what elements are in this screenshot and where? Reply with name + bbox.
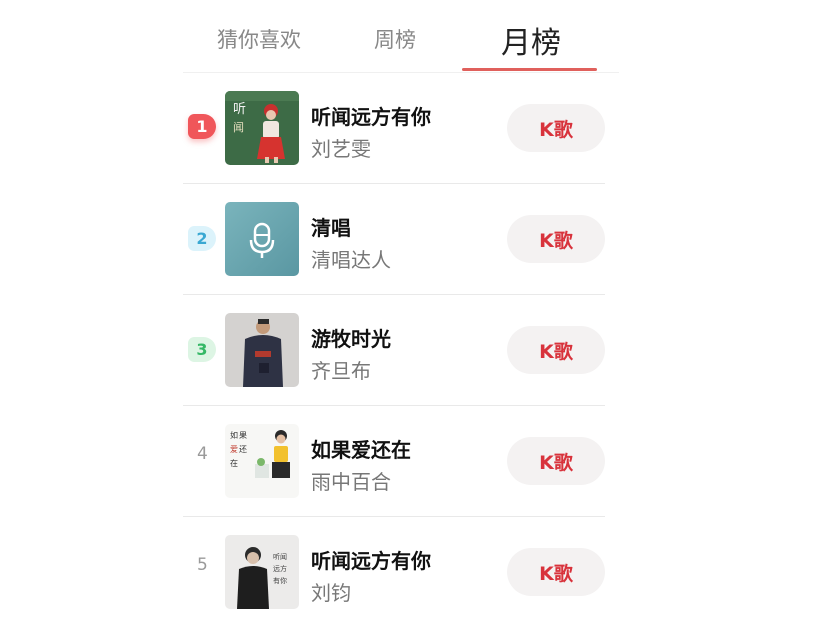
song-list: 1 听 闻 听闻远方有你 刘艺雯 K歌 2 清唱 清唱达人 K歌 3 游牧时光 …	[183, 73, 605, 627]
rank-number: 3	[196, 340, 208, 359]
album-cover-art	[225, 313, 299, 387]
svg-text:听: 听	[233, 102, 246, 117]
karaoke-button[interactable]: K歌	[507, 548, 605, 596]
svg-text:在: 在	[230, 458, 238, 468]
svg-text:还: 还	[239, 444, 247, 454]
list-item[interactable]: 4 如 果 爱 还 在 如果爱还在 雨中百合 K歌	[183, 406, 605, 517]
svg-text:远方: 远方	[273, 564, 287, 573]
list-item[interactable]: 5 听闻 远方 有你 听闻远方有你 刘钧 K歌	[183, 517, 605, 627]
rank-badge: 3	[188, 337, 216, 362]
song-title: 听闻远方有你	[311, 549, 431, 573]
rank-number: 5	[197, 555, 208, 575]
album-cover-woman-yellow-top[interactable]: 如 果 爱 还 在	[225, 424, 299, 498]
song-artist: 刘钧	[311, 581, 351, 605]
list-item[interactable]: 1 听 闻 听闻远方有你 刘艺雯 K歌	[183, 73, 605, 184]
svg-text:有你: 有你	[273, 576, 287, 585]
album-cover-art: 听 闻	[225, 91, 299, 165]
rank-number: 2	[196, 229, 208, 248]
active-tab-indicator	[462, 68, 597, 71]
rank-number: 1	[196, 117, 208, 136]
tab-guess-you-like[interactable]: 猜你喜欢	[217, 24, 301, 54]
list-item[interactable]: 2 清唱 清唱达人 K歌	[183, 184, 605, 295]
album-cover-green-red-dress[interactable]: 听 闻	[225, 91, 299, 165]
song-title: 清唱	[311, 216, 351, 240]
karaoke-button[interactable]: K歌	[507, 104, 605, 152]
album-cover-art: 听闻 远方 有你	[225, 535, 299, 609]
album-cover-teal[interactable]	[225, 202, 299, 276]
karaoke-button[interactable]: K歌	[507, 326, 605, 374]
song-artist: 齐旦布	[311, 359, 371, 383]
svg-text:果: 果	[239, 431, 247, 440]
microphone-icon	[225, 202, 299, 276]
chart-tab-bar: 猜你喜欢 周榜 月榜	[183, 0, 619, 73]
song-artist: 刘艺雯	[311, 137, 371, 161]
tab-monthly[interactable]: 月榜	[501, 18, 561, 62]
album-cover-man-portrait[interactable]	[225, 313, 299, 387]
song-title: 如果爱还在	[311, 438, 411, 462]
song-title: 听闻远方有你	[311, 105, 431, 129]
tab-weekly[interactable]: 周榜	[374, 24, 416, 54]
svg-text:听闻: 听闻	[273, 552, 287, 561]
song-artist: 雨中百合	[311, 470, 391, 494]
rank-number: 4	[197, 444, 208, 464]
svg-text:如: 如	[230, 430, 238, 440]
album-cover-art: 如 果 爱 还 在	[225, 424, 299, 498]
song-title: 游牧时光	[311, 327, 391, 351]
karaoke-button[interactable]: K歌	[507, 215, 605, 263]
rank-badge: 1	[188, 114, 216, 139]
song-artist: 清唱达人	[311, 248, 391, 272]
svg-text:爱: 爱	[230, 445, 238, 454]
list-item[interactable]: 3 游牧时光 齐旦布 K歌	[183, 295, 605, 406]
rank-badge: 2	[188, 226, 216, 251]
karaoke-button[interactable]: K歌	[507, 437, 605, 485]
album-cover-man-black-white[interactable]: 听闻 远方 有你	[225, 535, 299, 609]
svg-text:闻: 闻	[233, 120, 244, 134]
